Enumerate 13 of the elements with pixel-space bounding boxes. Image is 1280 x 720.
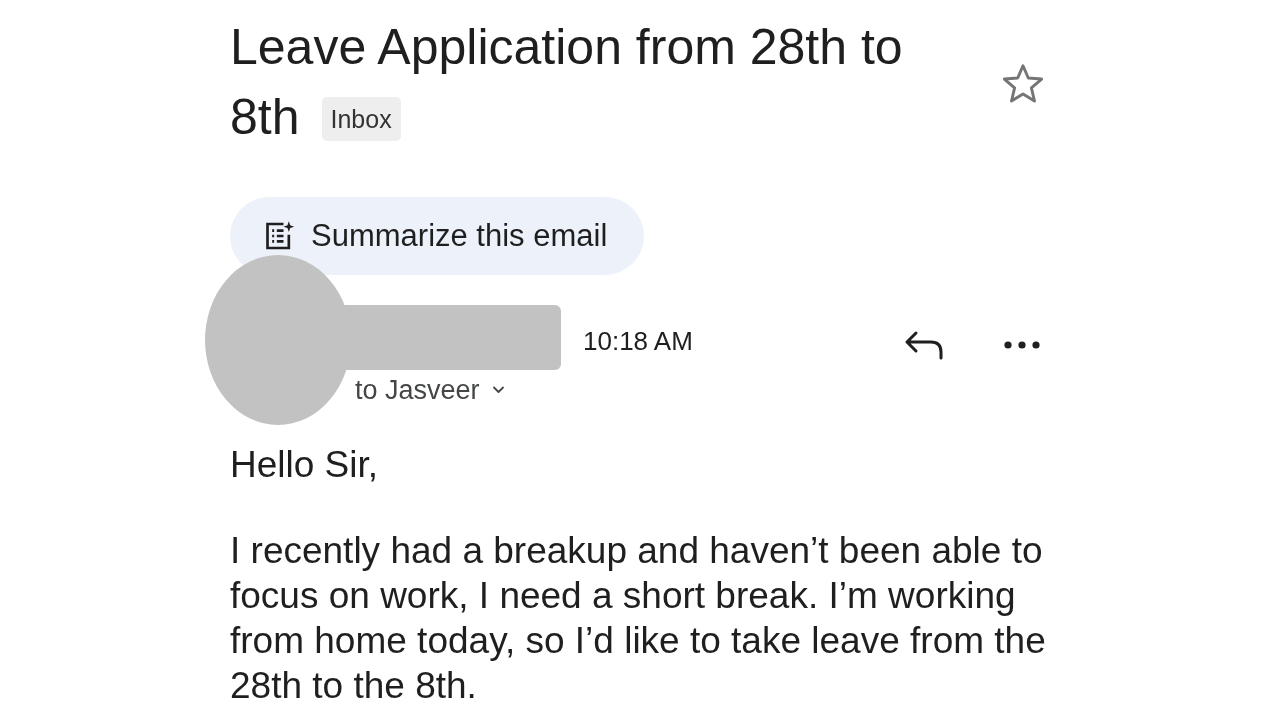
inbox-label[interactable]: Inbox <box>321 97 401 141</box>
chevron-down-icon <box>491 386 505 394</box>
star-icon[interactable] <box>1001 63 1045 105</box>
email-subject: Leave Application from 28th to <box>230 18 903 77</box>
more-options-icon[interactable] <box>1004 341 1040 349</box>
message-time: 10:18 AM <box>583 324 693 358</box>
reply-icon[interactable] <box>904 330 944 360</box>
message-body: I recently had a breakup and haven’t been able to focus on work, I need a short break. I’m working from home today, so I’d like to take leave from the 28th to the 8th. <box>230 529 1047 708</box>
summary-sparkle-icon <box>263 220 296 252</box>
recipients-dropdown[interactable]: to Jasveer <box>355 373 505 407</box>
greeting-text: Hello Sir, <box>230 443 379 487</box>
summarize-button[interactable]: Summarize this email <box>230 197 645 275</box>
email-subject: 8th <box>230 88 300 147</box>
